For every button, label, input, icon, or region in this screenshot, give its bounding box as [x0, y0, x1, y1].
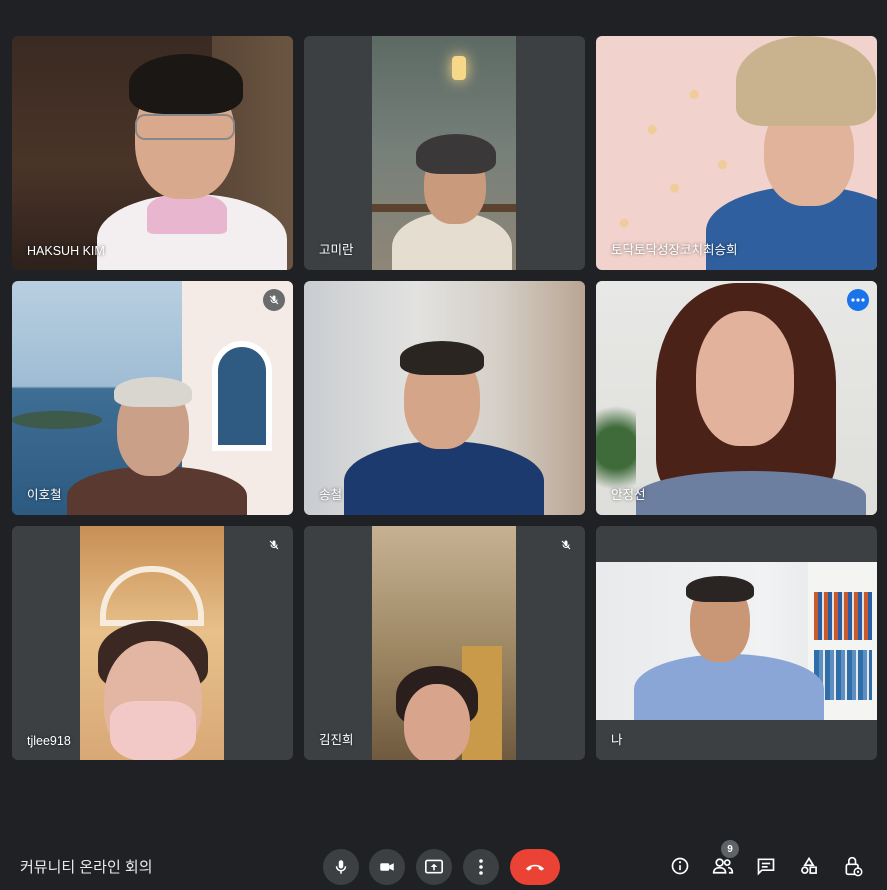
participant-video — [80, 526, 224, 760]
activities-button[interactable] — [797, 854, 821, 878]
participant-name: 토닥토닥성장코치최승희 — [611, 243, 738, 257]
participant-tile[interactable]: tjlee918 — [12, 526, 293, 760]
participant-tile[interactable]: 김진희 — [304, 526, 585, 760]
present-icon — [424, 858, 444, 876]
chat-button[interactable] — [754, 854, 778, 878]
participant-video — [372, 526, 516, 760]
people-icon — [712, 856, 734, 876]
participant-name: 나 — [611, 733, 623, 747]
more-options-button[interactable] — [463, 849, 499, 885]
muted-mic-icon — [263, 534, 285, 556]
participant-name: 고미란 — [319, 243, 354, 257]
end-call-button[interactable] — [510, 849, 560, 885]
participant-video — [372, 36, 516, 270]
participant-video — [596, 562, 877, 720]
participant-tile[interactable]: 고미란 — [304, 36, 585, 270]
meeting-title: 커뮤니티 온라인 회의 — [20, 859, 153, 876]
host-controls-button[interactable] — [841, 854, 865, 878]
participant-tile[interactable]: 이호철 — [12, 281, 293, 515]
participant-name: HAKSUH KIM — [27, 244, 105, 258]
camera-button[interactable] — [369, 849, 405, 885]
host-controls-icon — [843, 855, 863, 877]
more-options-icon[interactable] — [847, 289, 869, 311]
chat-icon — [756, 856, 776, 876]
participant-name: 안정선 — [611, 488, 646, 502]
activities-icon — [799, 856, 819, 876]
participant-name: tjlee918 — [27, 734, 71, 748]
participant-video — [596, 36, 877, 270]
more-vert-icon — [479, 859, 483, 875]
participant-grid: HAKSUH KIM 고미란 토닥토닥성장코치최승희 이호철 송철 안정선 tj… — [12, 36, 877, 760]
people-button[interactable]: 9 — [711, 840, 739, 878]
participant-video — [596, 281, 877, 515]
mic-icon — [332, 858, 350, 876]
end-call-icon — [524, 862, 546, 872]
participant-tile[interactable]: HAKSUH KIM — [12, 36, 293, 270]
participant-name: 송철 — [319, 488, 343, 502]
participant-video — [304, 281, 585, 515]
participant-video — [12, 36, 293, 270]
participant-name: 이호철 — [27, 488, 62, 502]
camera-icon — [378, 858, 396, 876]
info-icon — [670, 856, 690, 876]
muted-mic-icon — [555, 534, 577, 556]
participant-tile[interactable]: 송철 — [304, 281, 585, 515]
participant-count-badge: 9 — [721, 840, 739, 858]
present-button[interactable] — [416, 849, 452, 885]
bottom-control-bar: 커뮤니티 온라인 회의 9 — [0, 830, 887, 890]
info-button[interactable] — [668, 854, 692, 878]
mic-button[interactable] — [323, 849, 359, 885]
participant-video — [12, 281, 293, 515]
participant-name: 김진희 — [319, 733, 354, 747]
muted-mic-icon — [263, 289, 285, 311]
participant-tile[interactable]: 안정선 — [596, 281, 877, 515]
participant-tile[interactable]: 토닥토닥성장코치최승희 — [596, 36, 877, 270]
participant-tile[interactable]: 나 — [596, 526, 877, 760]
